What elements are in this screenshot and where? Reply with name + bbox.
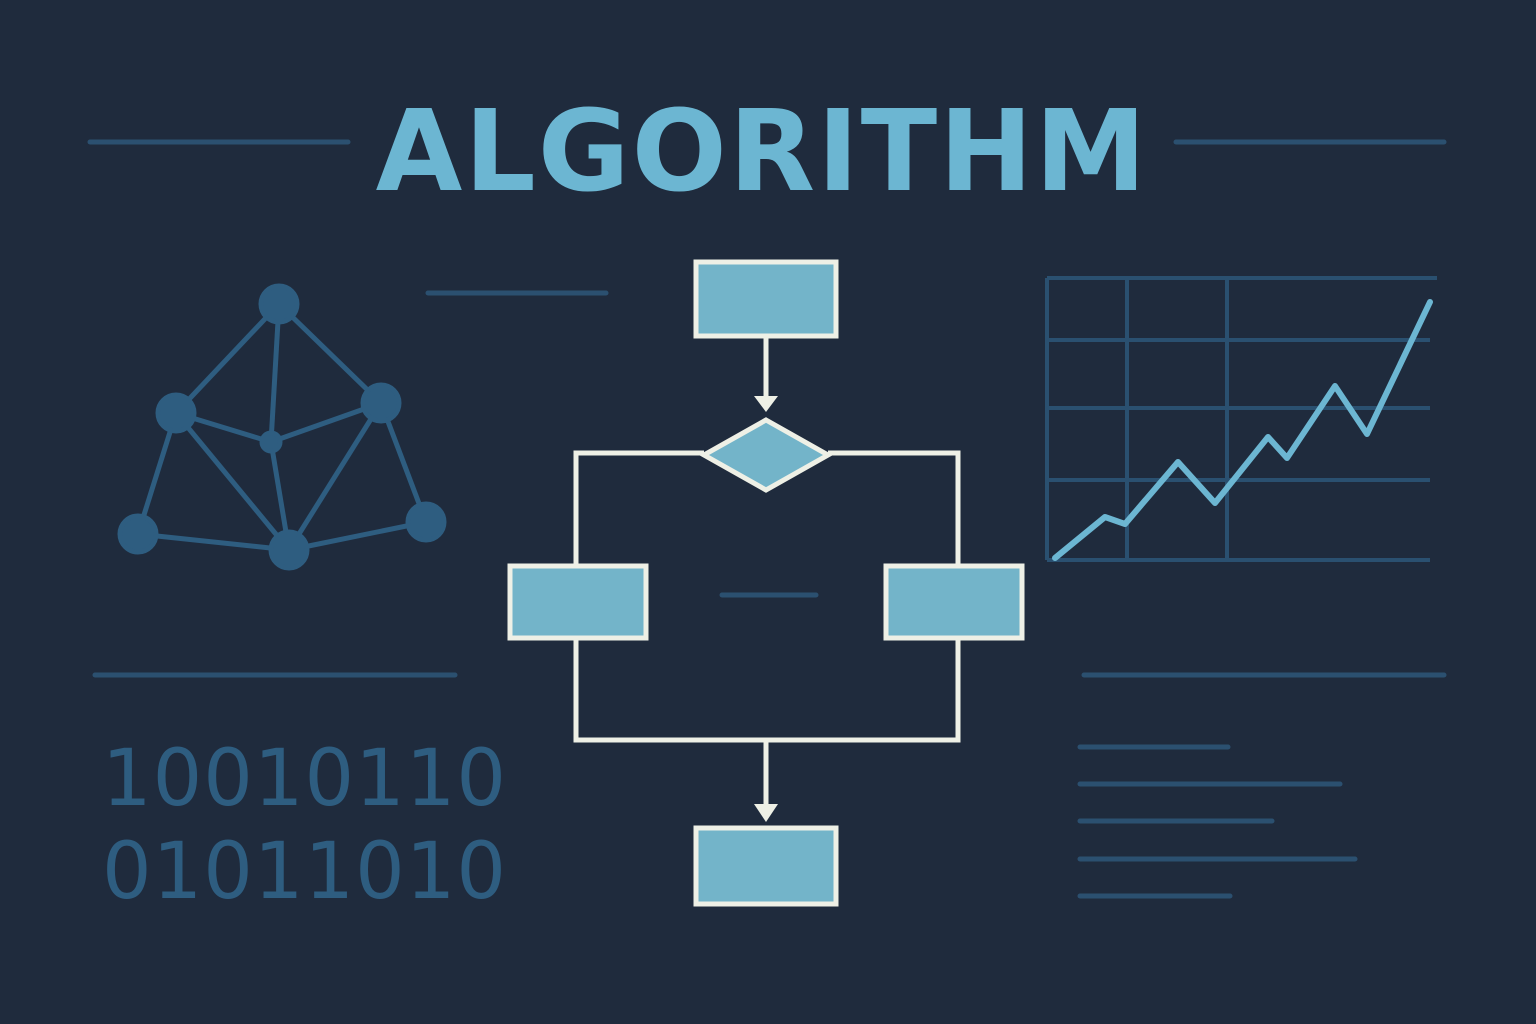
line-chart-icon [1045, 276, 1437, 562]
flowchart-decision-diamond [698, 417, 834, 493]
arrowhead-top [754, 396, 778, 412]
flowchart-icon [507, 259, 1025, 907]
page-title: ALGORITHM [376, 87, 1149, 217]
flowchart-right-box [883, 563, 1025, 641]
flowchart-end-box [693, 825, 839, 907]
algorithm-illustration: ALGORITHM 10010110 01011010 [0, 0, 1536, 1024]
arrowhead-bottom [754, 804, 778, 822]
illustration-svg: ALGORITHM 10010110 01011010 [87, 87, 1447, 917]
text-placeholder-lines [1077, 672, 1447, 899]
flowchart-start-box [693, 259, 839, 339]
flowchart-left-box [507, 563, 649, 641]
binary-line-2: 01011010 [102, 827, 507, 917]
network-graph-icon [117, 283, 447, 571]
binary-line-1: 10010110 [102, 734, 507, 824]
